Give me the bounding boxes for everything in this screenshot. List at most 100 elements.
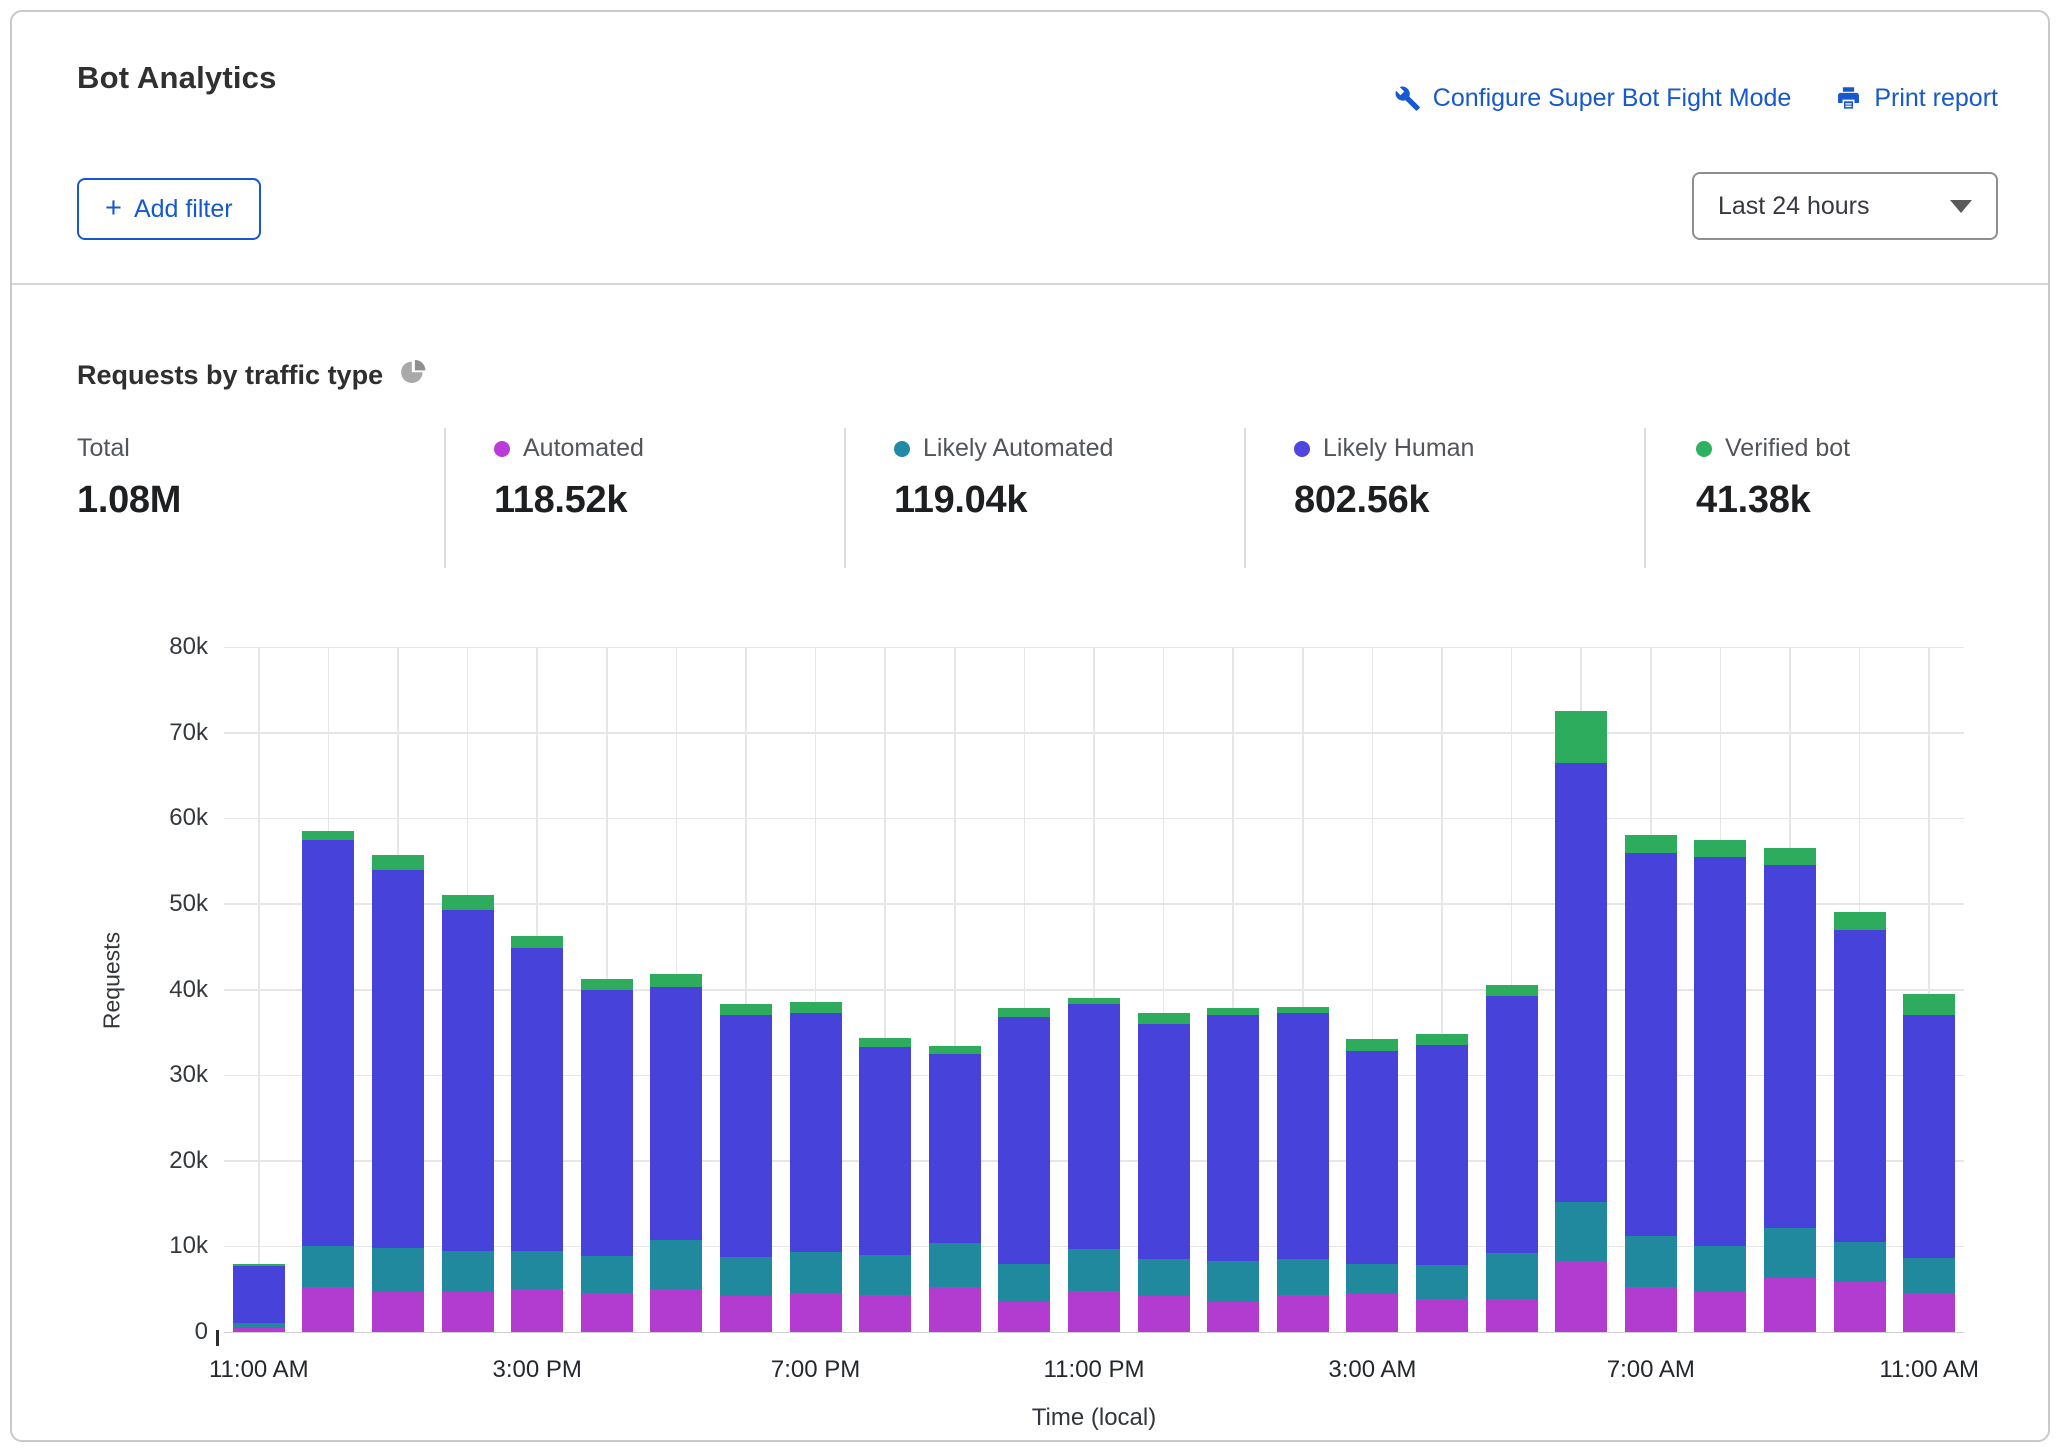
add-filter-button[interactable]: + Add filter xyxy=(77,178,261,240)
bar-6-00-pm[interactable] xyxy=(720,1004,772,1332)
bar-segment-automated xyxy=(859,1295,911,1332)
bar-segment-verified-bot xyxy=(1834,912,1886,929)
bar-segment-likely-human xyxy=(511,948,563,1251)
bar-segment-likely-human xyxy=(581,990,633,1256)
stat-label: Likely Automated xyxy=(894,434,1113,463)
stat-value: 1.08M xyxy=(77,479,181,522)
bar-7-00-pm[interactable] xyxy=(790,1002,842,1333)
bar-segment-automated xyxy=(790,1293,842,1332)
bar-segment-likely-human xyxy=(442,910,494,1251)
bar-segment-likely-human xyxy=(1486,996,1538,1253)
bar-segment-verified-bot xyxy=(1625,835,1677,852)
bar-11-00-pm[interactable] xyxy=(1068,998,1120,1332)
bar-9-00-pm[interactable] xyxy=(929,1046,981,1332)
bar-8-00-pm[interactable] xyxy=(859,1038,911,1332)
bar-3-00-am[interactable] xyxy=(1346,1039,1398,1332)
bar-11-00-am[interactable] xyxy=(233,1264,285,1333)
bar-5-00-pm[interactable] xyxy=(650,974,702,1332)
x-tick-label: 3:00 AM xyxy=(1328,1356,1416,1384)
bar-segment-automated xyxy=(650,1289,702,1332)
y-tick-label: 70k xyxy=(12,719,208,747)
bar-segment-automated xyxy=(1625,1287,1677,1332)
bar-segment-verified-bot xyxy=(859,1038,911,1047)
stat-likely-automated[interactable]: Likely Automated 119.04k xyxy=(894,434,1113,522)
stat-label: Likely Human xyxy=(1294,434,1474,463)
x-tick-label: 7:00 AM xyxy=(1607,1356,1695,1384)
configure-sbfm-link[interactable]: Configure Super Bot Fight Mode xyxy=(1394,84,1792,113)
y-tick-label: 80k xyxy=(12,633,208,661)
bar-segment-verified-bot xyxy=(302,831,354,840)
bar-segment-likely-human xyxy=(1555,763,1607,1202)
bar-11-00-am[interactable] xyxy=(1903,994,1955,1332)
bar-segment-likely-human xyxy=(1903,1015,1955,1257)
bar-segment-likely-human xyxy=(998,1017,1050,1264)
bar-10-00-pm[interactable] xyxy=(998,1008,1050,1332)
bar-segment-likely-automated xyxy=(998,1264,1050,1303)
bar-segment-verified-bot xyxy=(1346,1039,1398,1051)
bar-2-00-pm[interactable] xyxy=(442,895,494,1332)
bar-12-00-am[interactable] xyxy=(1138,1013,1190,1332)
bar-segment-automated xyxy=(1486,1299,1538,1332)
bar-segment-likely-human xyxy=(372,870,424,1248)
gridline-v xyxy=(258,647,260,1332)
bar-12-00-pm[interactable] xyxy=(302,831,354,1332)
bar-5-00-am[interactable] xyxy=(1486,985,1538,1332)
stat-likely-human[interactable]: Likely Human 802.56k xyxy=(1294,434,1474,522)
bar-3-00-pm[interactable] xyxy=(511,936,563,1332)
bar-1-00-am[interactable] xyxy=(1207,1008,1259,1332)
bar-segment-verified-bot xyxy=(233,1264,285,1267)
bar-segment-verified-bot xyxy=(720,1004,772,1015)
stat-total[interactable]: Total 1.08M xyxy=(77,434,181,522)
bar-segment-likely-automated xyxy=(1346,1264,1398,1295)
plus-icon: + xyxy=(105,194,122,223)
printer-icon xyxy=(1835,85,1862,112)
print-report-link[interactable]: Print report xyxy=(1835,84,1998,113)
bar-9-00-am[interactable] xyxy=(1764,848,1816,1332)
bar-1-00-pm[interactable] xyxy=(372,855,424,1332)
bar-segment-likely-automated xyxy=(650,1240,702,1290)
bar-7-00-am[interactable] xyxy=(1625,835,1677,1332)
y-tick-label: 0 xyxy=(12,1318,208,1346)
time-range-select[interactable]: Last 24 hours xyxy=(1692,172,1998,240)
stat-value: 802.56k xyxy=(1294,479,1474,522)
bar-segment-automated xyxy=(1207,1302,1259,1332)
bar-segment-likely-automated xyxy=(790,1252,842,1293)
bar-segment-verified-bot xyxy=(1277,1007,1329,1014)
axis-origin-tick xyxy=(216,1330,219,1346)
bar-segment-likely-human xyxy=(233,1266,285,1323)
bar-segment-likely-human xyxy=(1068,1004,1120,1249)
y-tick-label: 20k xyxy=(12,1147,208,1175)
bar-segment-verified-bot xyxy=(1068,998,1120,1004)
analytics-card: Bot Analytics Configure Super Bot Fight … xyxy=(10,10,2050,1442)
bar-segment-verified-bot xyxy=(372,855,424,870)
bar-segment-likely-human xyxy=(1207,1015,1259,1261)
bar-segment-likely-human xyxy=(859,1047,911,1255)
bar-10-00-am[interactable] xyxy=(1834,912,1886,1332)
bar-6-00-am[interactable] xyxy=(1555,711,1607,1332)
stat-verified-bot[interactable]: Verified bot 41.38k xyxy=(1696,434,1850,522)
stat-automated[interactable]: Automated 118.52k xyxy=(494,434,644,522)
bar-segment-likely-automated xyxy=(233,1323,285,1328)
bar-4-00-pm[interactable] xyxy=(581,979,633,1332)
header-actions: Configure Super Bot Fight Mode Print rep… xyxy=(1394,84,1998,113)
bar-segment-likely-human xyxy=(302,840,354,1247)
configure-sbfm-label: Configure Super Bot Fight Mode xyxy=(1433,84,1792,113)
bar-segment-likely-automated xyxy=(302,1246,354,1286)
bar-segment-automated xyxy=(1416,1299,1468,1332)
bar-segment-verified-bot xyxy=(650,974,702,987)
x-tick-label: 11:00 AM xyxy=(209,1356,309,1384)
bar-4-00-am[interactable] xyxy=(1416,1034,1468,1332)
bar-segment-likely-automated xyxy=(372,1248,424,1292)
plot-area xyxy=(224,647,1964,1332)
bar-segment-automated xyxy=(302,1287,354,1332)
bar-2-00-am[interactable] xyxy=(1277,1007,1329,1332)
bar-segment-verified-bot xyxy=(511,936,563,948)
bar-8-00-am[interactable] xyxy=(1694,840,1746,1332)
bar-segment-automated xyxy=(1346,1294,1398,1332)
y-tick-label: 40k xyxy=(12,976,208,1004)
bar-segment-verified-bot xyxy=(442,895,494,910)
x-tick-label: 11:00 AM xyxy=(1879,1356,1979,1384)
bar-segment-automated xyxy=(1764,1278,1816,1332)
bar-segment-likely-human xyxy=(720,1015,772,1256)
stat-divider xyxy=(444,428,446,568)
